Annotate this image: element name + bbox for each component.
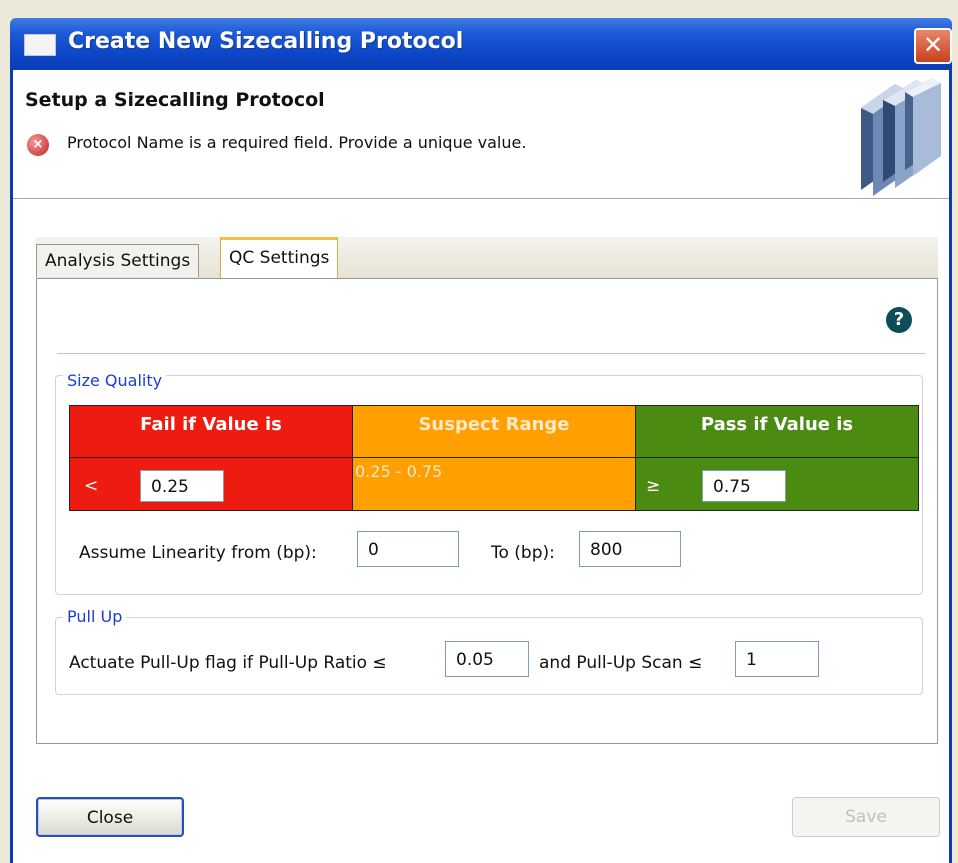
fail-cell: Fail if Value is < 0.25 — [70, 406, 352, 510]
pull-up-scan-label: and Pull-Up Scan ≤ — [539, 653, 703, 673]
tab-strip: Analysis Settings QC Settings — [36, 237, 938, 280]
linearity-from-label: Assume Linearity from (bp): — [79, 543, 317, 563]
pass-cell: Pass if Value is ≥ 0.75 — [636, 406, 918, 510]
dialog-window: Create New Sizecalling Protocol ✕ Setup … — [0, 0, 958, 863]
suspect-header: Suspect Range — [418, 414, 570, 435]
pull-up-scan-input[interactable]: 1 — [735, 641, 819, 677]
suspect-range-text: 0.25 - 0.75 — [355, 462, 443, 481]
linearity-from-input[interactable]: 0 — [357, 531, 459, 567]
pass-header: Pass if Value is — [700, 414, 854, 435]
tab-qc-settings[interactable]: QC Settings — [220, 237, 339, 280]
help-icon[interactable]: ? — [886, 307, 912, 333]
pass-threshold-input[interactable]: 0.75 — [702, 470, 786, 502]
pull-up-ratio-input[interactable]: 0.05 — [445, 641, 529, 677]
divider — [57, 353, 925, 354]
save-button[interactable]: Save — [792, 797, 940, 837]
linearity-to-label: To (bp): — [491, 543, 555, 563]
protocol-books-icon — [861, 78, 941, 196]
size-quality-grid: Fail if Value is < 0.25 Suspect Range 0.… — [69, 405, 919, 511]
window-frame-right — [949, 70, 952, 863]
pull-up-ratio-label: Actuate Pull-Up flag if Pull-Up Ratio ≤ — [69, 653, 387, 673]
dialog-header: Setup a Sizecalling Protocol × Protocol … — [13, 70, 949, 199]
tab-analysis-settings[interactable]: Analysis Settings — [36, 244, 200, 277]
header-title: Setup a Sizecalling Protocol — [25, 89, 325, 111]
error-icon: × — [27, 134, 49, 156]
close-button[interactable]: Close — [36, 797, 184, 837]
qc-settings-panel: ? Size Quality Fail if Value is < 0.25 S… — [36, 278, 938, 744]
size-quality-label: Size Quality — [63, 371, 167, 390]
fail-operator: < — [84, 476, 99, 496]
grid-row-separator — [70, 457, 918, 458]
error-message: Protocol Name is a required field. Provi… — [67, 133, 527, 152]
window-icon — [24, 34, 56, 56]
fail-threshold-input[interactable]: 0.25 — [140, 470, 224, 502]
window-title: Create New Sizecalling Protocol — [68, 29, 464, 54]
pass-operator: ≥ — [646, 476, 661, 496]
linearity-to-input[interactable]: 800 — [579, 531, 681, 567]
close-window-icon[interactable]: ✕ — [914, 28, 952, 64]
suspect-cell: Suspect Range 0.25 - 0.75 — [352, 406, 636, 510]
fail-header: Fail if Value is — [140, 414, 282, 435]
pull-up-label: Pull Up — [63, 607, 127, 626]
title-bar[interactable]: Create New Sizecalling Protocol ✕ — [10, 18, 952, 70]
